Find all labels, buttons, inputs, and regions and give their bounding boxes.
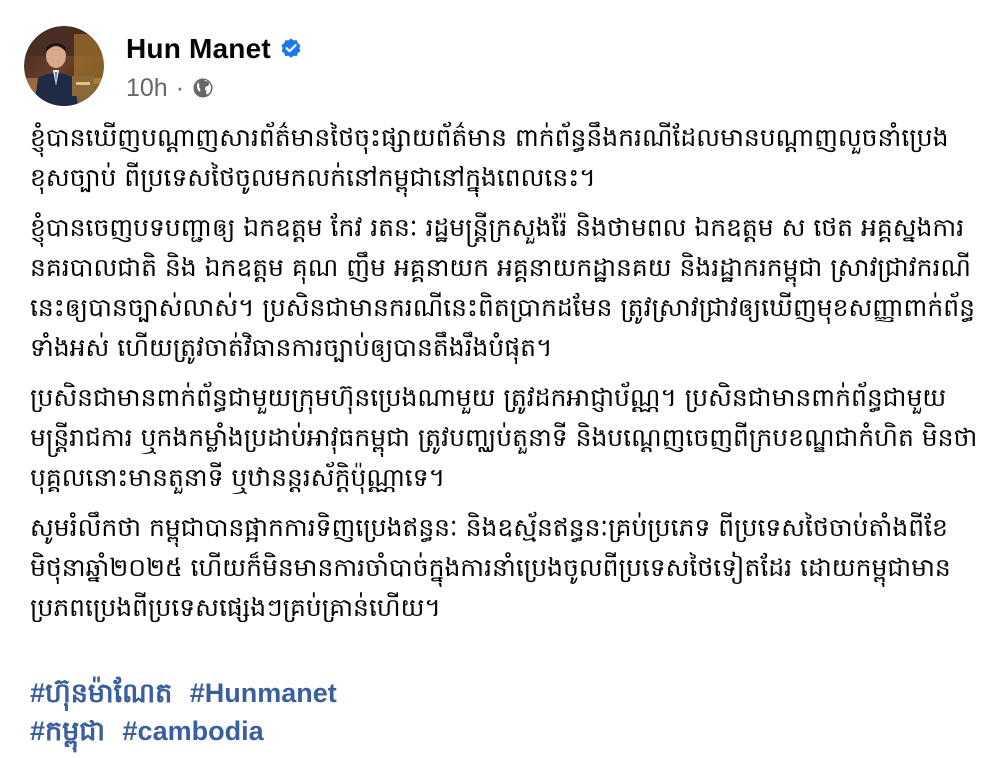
author-name[interactable]: Hun Manet [126, 33, 271, 65]
post-paragraph-2: ខ្ញុំបានចេញបទបញ្ជាឲ្យ ឯកឧត្តម កែវ រតនៈ រ… [30, 213, 975, 362]
post-timestamp[interactable]: 10h [126, 74, 168, 103]
verified-badge-icon [281, 38, 301, 58]
hashtag-line-2: #កម្ពុជា #cambodia [30, 712, 960, 750]
separator-dot: · [175, 73, 185, 102]
post-paragraph-1: ខ្ញុំបានឃើញបណ្ដាញសារព័ត៌មានថៃចុះផ្សាយព័ត… [30, 123, 949, 192]
post-time-row: 10h · [126, 72, 303, 104]
hashtag-link[interactable]: #កម្ពុជា [30, 716, 105, 746]
post-body: ខ្ញុំបានឃើញបណ្ដាញសារព័ត៌មានថៃចុះផ្សាយព័ត… [30, 118, 980, 638]
globe-icon[interactable] [192, 77, 214, 99]
post-header: Hun Manet 10h · [24, 26, 303, 106]
hashtag-line-1: #ហ៊ុនម៉ាណែត #Hunmanet [30, 674, 960, 712]
hashtag-link[interactable]: #Hunmanet [190, 678, 337, 708]
hashtags: #ហ៊ុនម៉ាណែត #Hunmanet #កម្ពុជា #cambodia [30, 674, 960, 750]
author-row: Hun Manet [126, 30, 303, 68]
post-paragraph-3: ប្រសិនជាមានពាក់ព័ន្ធជាមួយក្រុមហ៊ុនប្រេងណ… [30, 383, 978, 492]
hashtag-link[interactable]: #cambodia [123, 716, 264, 746]
post-card: Hun Manet 10h · ខ្ញុំបានឃើញបណ្ដាញសារព័ត៌… [0, 0, 998, 758]
hashtag-link[interactable]: #ហ៊ុនម៉ាណែត [30, 678, 172, 708]
post-meta: Hun Manet 10h · [126, 30, 303, 104]
post-paragraph-4: សូមរំលឹកថា កម្ពុជាបានផ្អាកការទិញប្រេងឥន្… [30, 513, 951, 622]
author-avatar[interactable] [24, 26, 104, 106]
